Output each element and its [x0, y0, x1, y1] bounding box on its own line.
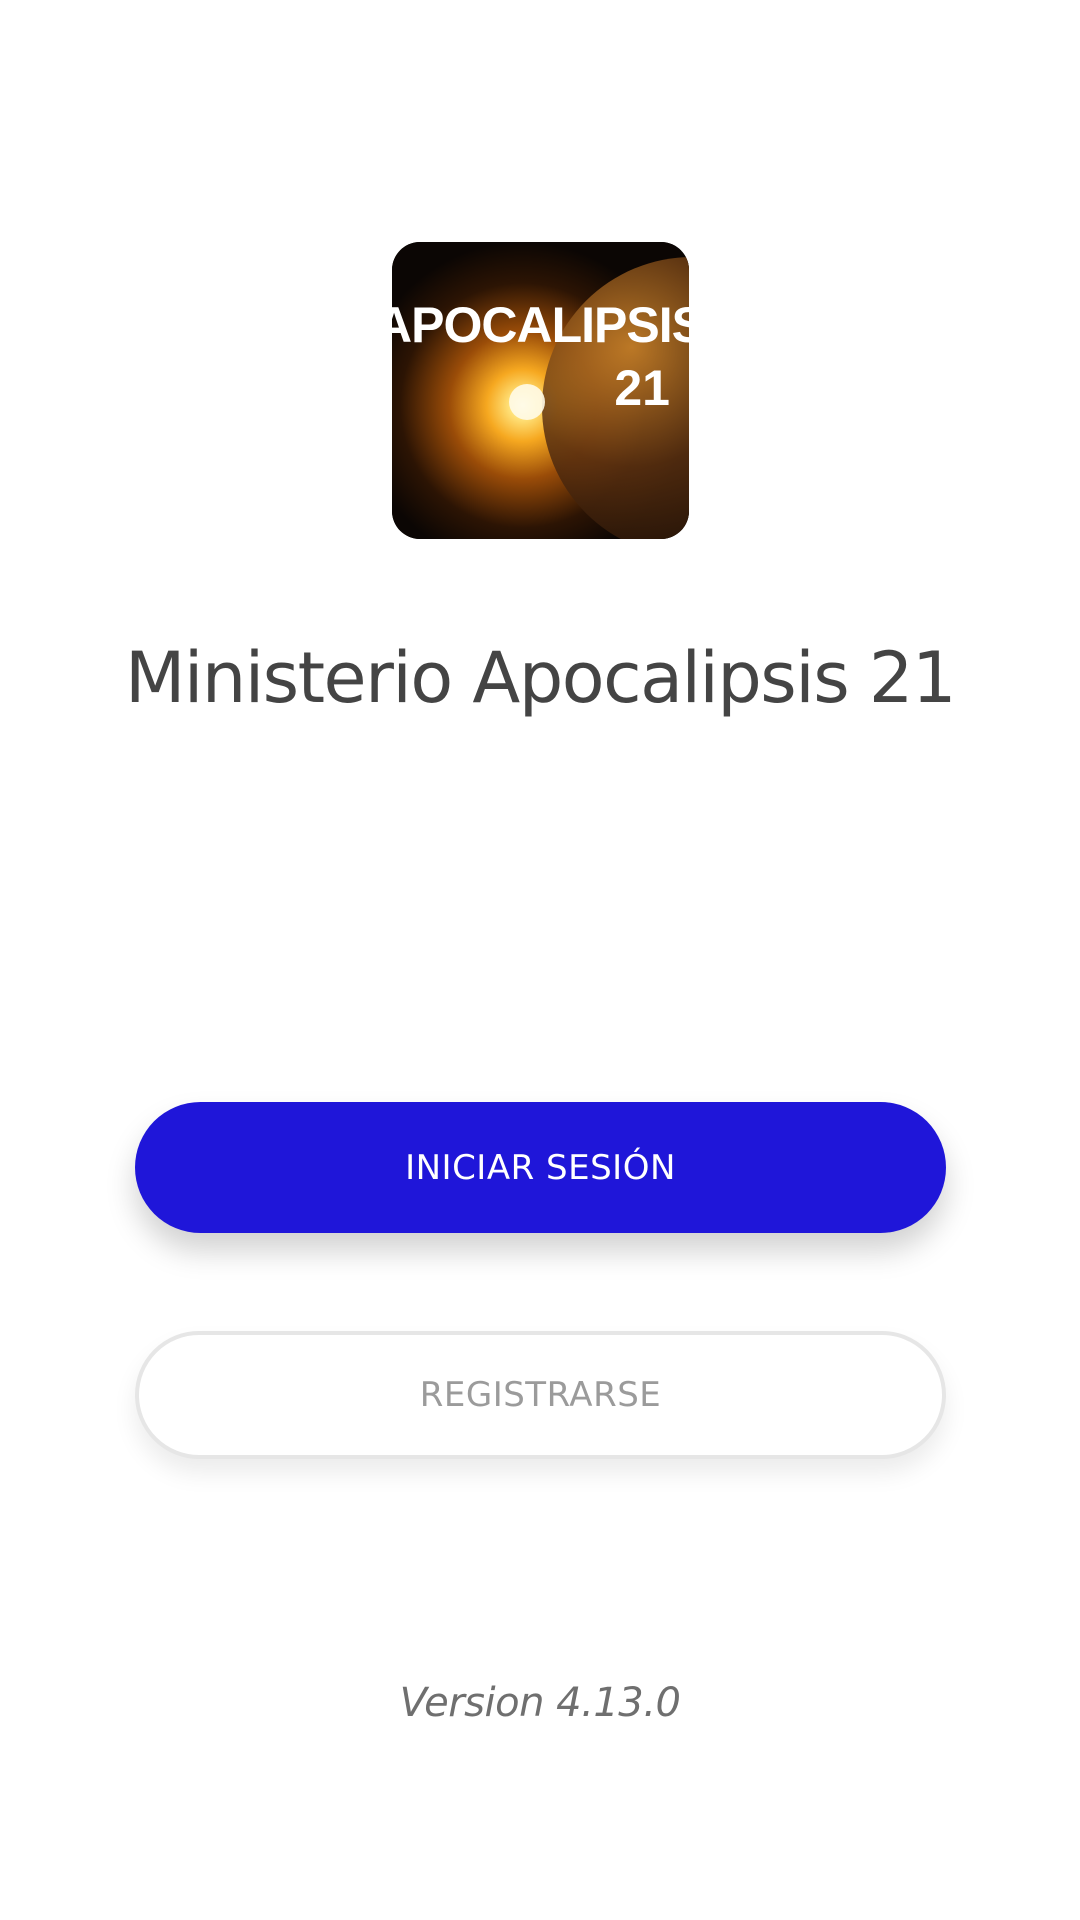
app-logo: APOCALIPSIS 21 [392, 242, 689, 539]
login-button-label: INICIAR SESIÓN [405, 1147, 676, 1188]
login-screen: APOCALIPSIS 21 Ministerio Apocalipsis 21… [0, 0, 1080, 1920]
logo-text-line2: 21 [614, 360, 670, 416]
register-button[interactable]: REGISTRARSE [135, 1331, 946, 1459]
app-logo-image: APOCALIPSIS 21 [392, 242, 689, 539]
register-button-label: REGISTRARSE [419, 1375, 662, 1415]
logo-text-line1: APOCALIPSIS [392, 297, 689, 353]
version-label: Version 4.13.0 [399, 1680, 681, 1726]
app-title: Ministerio Apocalipsis 21 [124, 637, 957, 719]
login-button[interactable]: INICIAR SESIÓN [135, 1102, 946, 1233]
